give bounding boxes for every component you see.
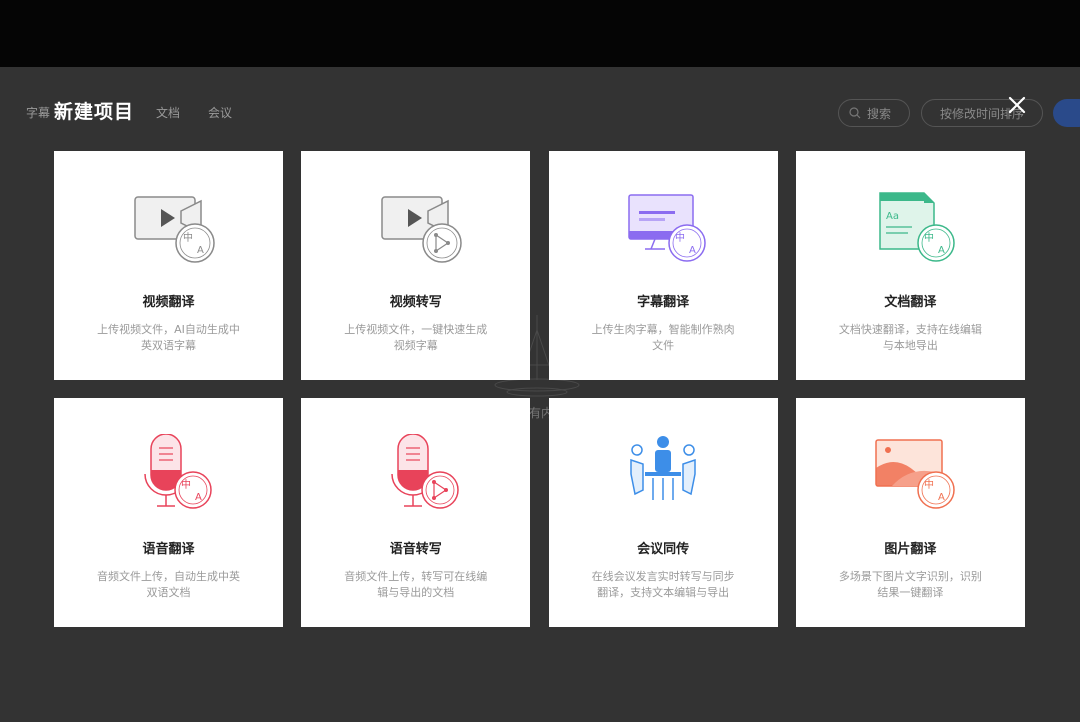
svg-text:A: A [938,492,945,503]
svg-text:A: A [689,245,696,256]
tab-subtitles[interactable]: 字幕 [26,104,50,121]
top-bar [0,0,1080,67]
card-title: 视频转写 [389,295,442,310]
close-icon[interactable] [1004,92,1030,118]
card-title: 视频翻译 [142,295,195,310]
image-translate-icon: 中 A [875,439,956,509]
card-video-transcribe[interactable]: 视频转写 上传视频文件，一键快速生成视频字幕 [301,151,531,380]
card-image-translate[interactable]: 中 A 图片翻译 多场景下图片文字识别，识别结果一键翻译 [795,398,1025,627]
card-title: 语音转写 [389,542,442,557]
card-description: 在线会议发言实时转写与同步翻译，支持文本编辑与导出 [591,570,735,599]
svg-text:中: 中 [183,231,193,244]
card-title: 会议同传 [637,542,690,557]
tab-meetings[interactable]: 会议 [208,104,232,121]
card-title: 图片翻译 [884,542,937,557]
card-description: 上传视频文件，一键快速生成视频字幕 [344,323,488,352]
card-title: 文档翻译 [884,295,937,310]
card-title: 字幕翻译 [637,295,690,310]
search-icon [849,107,861,119]
card-meeting-interpret[interactable]: 会议同传 在线会议发言实时转写与同步翻译，支持文本编辑与导出 [548,398,778,627]
card-description: 上传生肉字幕，智能制作熟肉文件 [591,323,735,352]
card-title: 语音翻译 [142,542,195,557]
tab-documents[interactable]: 文档 [156,104,180,121]
video-transcribe-icon [381,196,462,263]
card-subtitle-translate[interactable]: 中 A 字幕翻译 上传生肉字幕，智能制作熟肉文件 [548,151,778,380]
search-label: 搜索 [867,106,892,121]
svg-text:A: A [197,245,204,256]
card-audio-transcribe[interactable]: 语音转写 音频文件上传，转写可在线编辑与导出的文档 [301,398,531,627]
create-button[interactable] [1053,99,1080,127]
audio-transcribe-icon [391,434,459,509]
card-document-translate[interactable]: Aa 中 A 文档翻译 文档快速翻译，支持在线编辑与本地导出 [795,151,1025,380]
card-description: 多场景下图片文字识别，识别结果一键翻译 [838,570,982,599]
svg-text:中: 中 [924,478,934,491]
svg-text:中: 中 [181,478,191,491]
card-description: 上传视频文件，AI自动生成中英双语字幕 [97,323,240,352]
subtitle-translate-icon: 中 A [628,194,706,262]
card-description: 音频文件上传，自动生成中英双语文档 [97,570,240,599]
video-translate-icon: 中 A [133,196,215,263]
meeting-interpret-icon [630,436,696,500]
svg-text:中: 中 [924,231,934,244]
dialog-title: 新建项目 [54,101,135,123]
card-description: 音频文件上传，转写可在线编辑与导出的文档 [344,570,488,599]
svg-text:A: A [938,245,945,256]
audio-translate-icon: 中 A [143,434,212,509]
document-translate-icon: Aa 中 A [879,192,956,262]
svg-text:A: A [195,492,202,503]
card-description: 文档快速翻译，支持在线编辑与本地导出 [838,323,982,352]
card-video-translate[interactable]: 中 A 视频翻译 上传视频文件，AI自动生成中英双语字幕 [54,151,283,380]
svg-text:中: 中 [675,231,685,244]
card-audio-translate[interactable]: 中 A 语音翻译 音频文件上传，自动生成中英双语文档 [54,398,283,627]
background-search[interactable]: 搜索 [838,99,910,127]
svg-text:Aa: Aa [886,211,899,222]
project-type-grid: 中 A 视频翻译 上传视频文件，AI自动生成中英双语字幕 视频转写 上传视频文件… [54,151,1025,627]
